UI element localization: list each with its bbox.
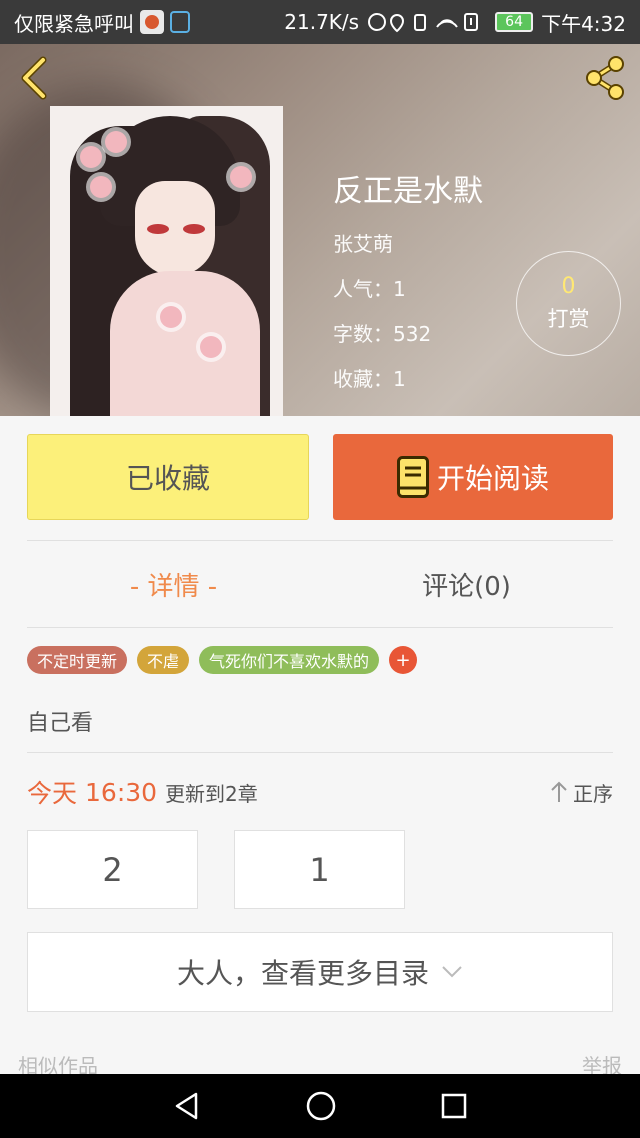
recents-nav-icon[interactable] <box>440 1092 468 1120</box>
network-speed: 21.7K/s <box>284 10 360 34</box>
share-icon <box>586 56 624 100</box>
divider <box>27 627 613 628</box>
app-notification-icon <box>140 10 164 34</box>
tag-item[interactable]: 不虐 <box>137 646 190 674</box>
divider <box>27 752 613 753</box>
tag-item[interactable]: 不定时更新 <box>27 646 128 674</box>
book-favorites: 收藏：1 <box>333 367 406 391</box>
update-info: 今天 16:30 更新到2章 正序 <box>27 774 613 810</box>
book-popularity: 人气：1 <box>333 277 406 301</box>
similar-works-label: 相似作品 <box>18 1054 98 1076</box>
back-button[interactable] <box>14 54 54 102</box>
sort-order-label: 正序 <box>573 781 613 806</box>
book-header: 反正是水默 张艾萌 人气：1 字数：532 收藏：1 0 打赏 <box>0 44 640 416</box>
update-day: 今天 <box>27 779 78 808</box>
similar-works-row: 相似作品 举报 <box>18 1050 622 1076</box>
start-reading-label: 开始阅读 <box>436 462 549 495</box>
update-text: 更新到2章 <box>165 781 258 806</box>
reward-button[interactable]: 0 打赏 <box>516 251 621 356</box>
chevron-down-icon <box>442 966 462 978</box>
signal-icons <box>368 13 479 33</box>
detail-tabs: - 详情 - 评论(0) <box>27 541 613 627</box>
tab-comments[interactable]: 评论(0) <box>320 541 613 627</box>
book-description: 自己看 <box>27 711 94 736</box>
view-more-catalog-label: 大人，查看更多目录 <box>176 957 429 990</box>
share-button[interactable] <box>580 54 630 102</box>
report-link[interactable]: 举报 <box>582 1050 622 1076</box>
sort-order-button[interactable]: 正序 <box>549 778 613 807</box>
chapter-item[interactable]: 2 <box>27 830 198 909</box>
collected-button[interactable]: 已收藏 <box>27 434 309 520</box>
tag-list: 不定时更新 不虐 气死你们不喜欢水默的 + <box>27 646 418 674</box>
book-author[interactable]: 张艾萌 <box>333 228 483 257</box>
book-info: 反正是水默 张艾萌 人气：1 字数：532 收藏：1 <box>333 166 483 408</box>
status-bar: 仅限紧急呼叫 21.7K/s 64 下午4:32 <box>0 0 640 44</box>
update-time: 16:30 <box>85 777 158 807</box>
tag-item[interactable]: 气死你们不喜欢水默的 <box>199 646 380 674</box>
book-word-count: 字数：532 <box>333 322 432 346</box>
home-nav-icon[interactable] <box>305 1090 337 1122</box>
book-title: 反正是水默 <box>333 174 483 209</box>
tab-details[interactable]: - 详情 - <box>27 541 320 627</box>
book-cover-image[interactable] <box>50 106 283 416</box>
reward-label: 打赏 <box>547 307 590 331</box>
view-more-catalog-button[interactable]: 大人，查看更多目录 <box>27 932 613 1012</box>
add-tag-button[interactable]: + <box>389 646 418 674</box>
lock-notification-icon <box>170 11 190 33</box>
back-nav-icon[interactable] <box>172 1091 202 1121</box>
arrow-up-icon <box>551 781 567 802</box>
emergency-call-text: 仅限紧急呼叫 <box>14 11 134 36</box>
chapter-item[interactable]: 1 <box>234 830 405 909</box>
start-reading-button[interactable]: 开始阅读 <box>333 434 613 520</box>
status-time: 下午4:32 <box>541 11 626 36</box>
chevron-left-icon <box>21 56 47 100</box>
book-icon <box>396 456 429 498</box>
system-nav-bar <box>0 1074 640 1138</box>
battery-icon: 64 <box>495 12 534 32</box>
reward-count: 0 <box>561 274 576 299</box>
